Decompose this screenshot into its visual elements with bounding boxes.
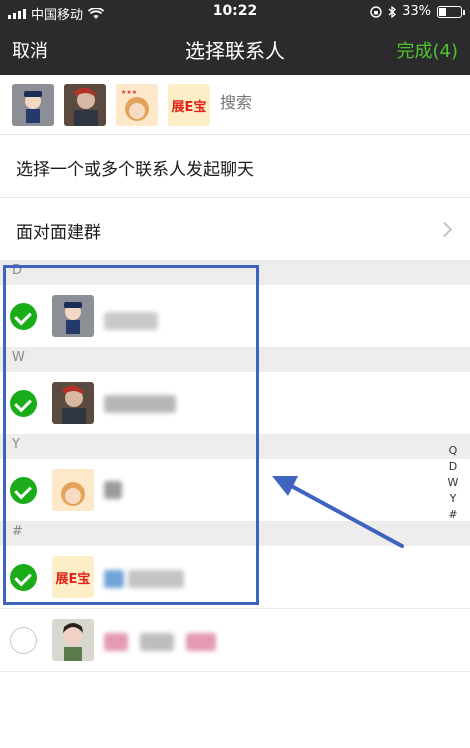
section-letter: D [12,263,23,278]
checked-icon[interactable] [10,390,37,417]
battery-icon [437,5,465,18]
selected-contacts-bar: ★★★ 展E宝 [0,75,470,135]
avatar-text: 展E宝 [55,571,91,587]
blurred-name [128,570,184,588]
section-letter: Y [12,437,20,452]
selected-contact-thumb[interactable]: ★★★ [116,84,158,126]
blurred-name [104,395,176,413]
selected-contact-thumb[interactable] [12,84,54,126]
orientation-lock-icon [370,5,382,18]
section-letter: W [12,350,25,365]
unchecked-icon[interactable] [10,627,37,654]
index-letter[interactable]: W [444,475,462,491]
alphabet-index[interactable]: Q D W Y # [444,443,462,523]
index-letter[interactable]: D [444,459,462,475]
photo-avatar-icon [64,84,106,126]
blurred-name [140,633,174,651]
avatar [52,469,94,511]
cartoon-girl-avatar-icon: ★★★ [116,84,158,126]
top-bar: 中国移动 10:22 33% 取消 选择联系人 完成(4) [0,0,470,75]
cancel-button[interactable]: 取消 [12,37,48,63]
section-header: W [0,348,470,372]
status-bar: 中国移动 10:22 33% [0,0,470,24]
blurred-name [104,481,122,499]
search-input[interactable] [220,93,440,112]
battery-percent: 33% [402,4,431,19]
section-header: Y [0,435,470,459]
blurred-name [104,312,158,330]
chevron-right-icon [436,221,453,238]
contact-row[interactable] [0,372,470,435]
checked-icon[interactable] [10,303,37,330]
done-button[interactable]: 完成(4) [397,37,459,63]
blurred-name [186,633,216,651]
start-chat-label: 选择一个或多个联系人发起聊天 [16,160,254,180]
start-chat-row[interactable]: 选择一个或多个联系人发起聊天 [0,135,470,198]
cartoon-boy-avatar-icon [12,84,54,126]
contact-row[interactable] [0,285,470,348]
nav-bar: 取消 选择联系人 完成(4) [0,24,470,75]
selected-contact-thumb[interactable]: 展E宝 [168,84,210,126]
avatar [52,295,94,337]
avatar [52,619,94,661]
face-to-face-group-row[interactable]: 面对面建群 [0,198,470,261]
thumb-text: 展E宝 [171,99,207,115]
section-header: D [0,261,470,285]
section-letter: # [12,524,23,539]
index-letter[interactable]: # [444,507,462,523]
selected-contact-thumb[interactable] [64,84,106,126]
index-letter[interactable]: Y [444,491,462,507]
annotation-arrow-icon [272,476,404,548]
avatar [52,382,94,424]
bluetooth-icon [388,5,397,18]
avatar: 展E宝 [52,556,94,598]
blurred-name [104,633,128,651]
contact-row[interactable] [0,609,470,672]
checked-icon[interactable] [10,564,37,591]
checked-icon[interactable] [10,477,37,504]
face-group-label: 面对面建群 [16,223,101,243]
svg-text:★★★: ★★★ [121,89,137,96]
index-search-icon[interactable]: Q [444,443,462,459]
blurred-name [104,570,124,588]
